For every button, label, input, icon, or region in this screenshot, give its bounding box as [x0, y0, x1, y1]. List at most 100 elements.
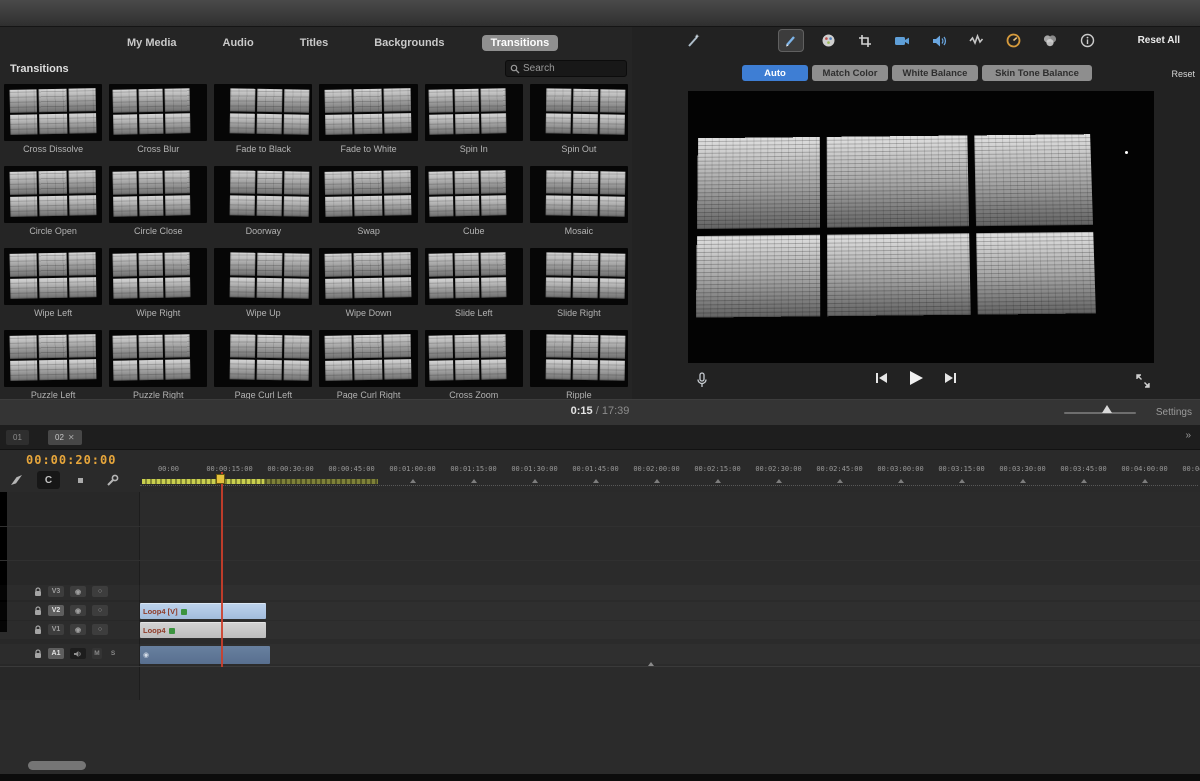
work-area-bar[interactable] [142, 479, 378, 484]
horizontal-scrollbar[interactable] [28, 761, 86, 770]
clip-loop4-video-overlay[interactable]: Loop4 [V] [140, 603, 266, 619]
transition-item[interactable]: Circle Open [4, 166, 102, 236]
transition-item[interactable]: Puzzle Right [109, 330, 207, 400]
track-name-a1[interactable]: A1 [48, 648, 64, 659]
settings-button[interactable]: Settings [1156, 407, 1192, 418]
sequence-tab-2[interactable]: 02 ✕ [48, 430, 82, 445]
lock-icon[interactable] [34, 587, 42, 597]
skip-forward-button[interactable] [944, 372, 957, 384]
transition-item[interactable]: Wipe Right [109, 248, 207, 318]
clip-info-icon[interactable] [1074, 29, 1100, 52]
transition-item[interactable]: Puzzle Left [4, 330, 102, 400]
skip-back-button[interactable] [875, 372, 888, 384]
search-box[interactable] [505, 60, 627, 77]
crop-icon[interactable] [852, 29, 878, 52]
track-output-icon[interactable]: ○ [92, 624, 108, 635]
transition-item[interactable]: Wipe Left [4, 248, 102, 318]
transition-item[interactable]: Mosaic [530, 166, 628, 236]
clip-loop4-audio[interactable]: ◉ [140, 646, 270, 664]
transition-item[interactable]: Cross Zoom [425, 330, 523, 400]
track-visibility-icon[interactable]: ◉ [70, 605, 86, 616]
transition-item[interactable]: Wipe Down [319, 248, 417, 318]
transition-item[interactable]: Slide Right [530, 248, 628, 318]
white-balance-button[interactable]: White Balance [892, 65, 978, 81]
track-visibility-icon[interactable]: ◉ [70, 586, 86, 597]
color-correction-icon[interactable] [815, 29, 841, 52]
track-name-v3[interactable]: V3 [48, 586, 64, 597]
wrench-tool-icon[interactable] [101, 471, 124, 489]
transition-item[interactable]: Ripple [530, 330, 628, 400]
track-output-icon[interactable]: ○ [92, 605, 108, 616]
clip-loop4-video[interactable]: Loop4 [140, 622, 266, 638]
fullscreen-icon[interactable] [1136, 374, 1150, 388]
track-mute-button[interactable]: M [92, 648, 102, 659]
track-solo-button[interactable]: S [108, 648, 118, 659]
track-output-icon[interactable]: ○ [92, 586, 108, 597]
highlight-dot [1125, 151, 1128, 154]
loop-tool-icon[interactable]: C [37, 471, 60, 489]
stabilization-icon[interactable] [889, 29, 915, 52]
skin-tone-balance-button[interactable]: Skin Tone Balance [982, 65, 1092, 81]
transition-label: Spin In [425, 144, 523, 154]
transition-item[interactable]: Page Curl Left [214, 330, 312, 400]
playhead-marker[interactable] [216, 474, 225, 484]
track-speaker-icon[interactable] [70, 648, 86, 659]
reset-all-button[interactable]: Reset All [1138, 35, 1180, 46]
sequence-tab-1[interactable]: 01 [6, 430, 29, 445]
transition-item[interactable]: Spin Out [530, 84, 628, 154]
transition-thumbnail [425, 248, 523, 305]
transition-item[interactable]: Slide Left [425, 248, 523, 318]
effects-icon[interactable] [1037, 29, 1063, 52]
tab-titles[interactable]: Titles [291, 35, 338, 51]
transition-item[interactable]: Cross Dissolve [4, 84, 102, 154]
stop-tool-icon[interactable] [69, 471, 92, 489]
transition-item[interactable]: Wipe Up [214, 248, 312, 318]
track-visibility-icon[interactable]: ◉ [70, 624, 86, 635]
search-input[interactable] [523, 63, 613, 74]
transition-item[interactable]: Spin In [425, 84, 523, 154]
zoom-slider-thumb[interactable] [1102, 405, 1112, 413]
tab-backgrounds[interactable]: Backgrounds [365, 35, 453, 51]
transition-thumbnail [214, 248, 312, 305]
thumbnail-zoom-slider[interactable] [1064, 412, 1136, 414]
transition-item[interactable]: Swap [319, 166, 417, 236]
transition-item[interactable]: Fade to White [319, 84, 417, 154]
lock-icon[interactable] [34, 649, 42, 659]
track-name-v2[interactable]: V2 [48, 605, 64, 616]
transition-item[interactable]: Page Curl Right [319, 330, 417, 400]
enhance-wand-icon[interactable] [686, 33, 702, 49]
razor-tool-icon[interactable] [5, 471, 28, 489]
transition-item[interactable]: Cross Blur [109, 84, 207, 154]
lock-icon[interactable] [34, 625, 42, 635]
transition-item[interactable]: Doorway [214, 166, 312, 236]
transition-item[interactable]: Fade to Black [214, 84, 312, 154]
close-tab-icon[interactable]: ✕ [68, 433, 75, 442]
color-balance-icon[interactable] [778, 29, 804, 52]
lock-icon[interactable] [34, 606, 42, 616]
speed-icon[interactable] [1000, 29, 1026, 52]
track-name-v1[interactable]: V1 [48, 624, 64, 635]
tab-my-media[interactable]: My Media [118, 35, 186, 51]
tab-audio[interactable]: Audio [214, 35, 263, 51]
playhead-line[interactable] [221, 472, 223, 667]
ruler-tick: 00:02:30:00 [748, 458, 809, 483]
transition-thumbnail [4, 84, 102, 141]
transition-item[interactable]: Cube [425, 166, 523, 236]
transition-thumbnail [425, 166, 523, 223]
tab-transitions[interactable]: Transitions [482, 35, 559, 51]
transition-label: Cross Dissolve [4, 144, 102, 154]
play-button[interactable] [908, 370, 924, 386]
tab-overflow-icon[interactable]: » [1185, 430, 1190, 441]
volume-icon[interactable] [926, 29, 952, 52]
video-frame-content [696, 134, 1096, 317]
transition-item[interactable]: Circle Close [109, 166, 207, 236]
noise-reduction-icon[interactable] [963, 29, 989, 52]
transition-label: Cross Blur [109, 144, 207, 154]
reset-button[interactable]: Reset [1171, 69, 1195, 79]
audio-waveform-icon: ◉ [143, 651, 149, 659]
ruler-tick: 00:01:45:00 [565, 458, 626, 483]
auto-button[interactable]: Auto [742, 65, 808, 81]
media-browser-tabs: My Media Audio Titles Backgrounds Transi… [118, 34, 558, 52]
ruler-tick: 00:01:00:00 [382, 458, 443, 483]
match-color-button[interactable]: Match Color [812, 65, 888, 81]
